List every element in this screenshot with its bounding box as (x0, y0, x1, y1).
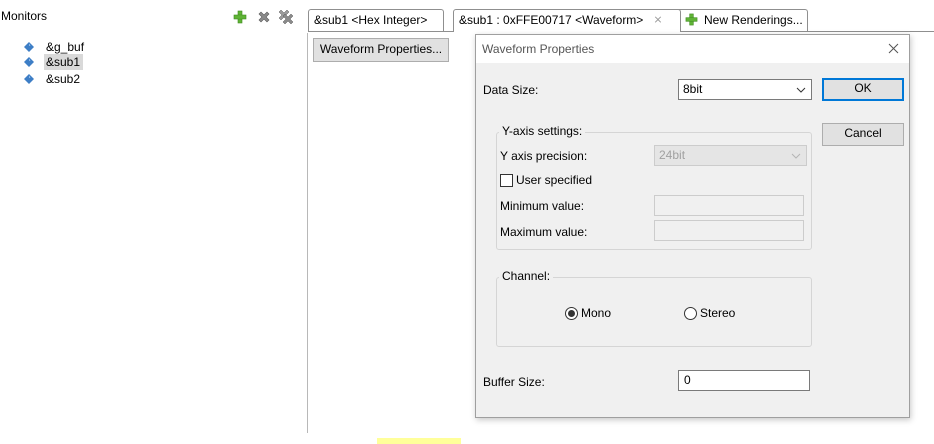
blue-diamond-icon (24, 57, 34, 67)
data-size-select[interactable]: 8bit (678, 79, 812, 100)
close-icon[interactable] (885, 40, 901, 56)
highlight-strip (377, 438, 461, 444)
minimum-value-input (654, 195, 804, 216)
yaxis-precision-select: 24bit (654, 145, 807, 166)
ok-button[interactable]: OK (822, 78, 904, 101)
monitors-header: Monitors (0, 0, 306, 32)
chevron-down-icon (796, 87, 806, 93)
yaxis-group: Y-axis settings: Y axis precision: 24bit… (496, 124, 812, 250)
cancel-button[interactable]: Cancel (822, 123, 904, 146)
waveform-properties-dialog: Waveform Properties Data Size: 8bit Y-ax… (475, 34, 910, 418)
radio-circle[interactable] (684, 306, 697, 320)
maximum-value-label: Maximum value: (500, 225, 588, 239)
tree-item-label: &sub1 (44, 54, 84, 70)
tab-hex-integer[interactable]: &sub1 <Hex Integer> (308, 9, 444, 31)
buffer-size-input[interactable]: 0 (678, 370, 810, 391)
tree-item-label: &sub2 (46, 72, 81, 86)
user-specified-checkbox[interactable]: User specified (500, 173, 592, 187)
stereo-radio[interactable]: Stereo (684, 306, 735, 320)
data-size-label: Data Size: (483, 83, 539, 97)
yaxis-legend: Y-axis settings: (499, 124, 586, 138)
tab-waveform[interactable]: &sub1 : 0xFFE00717 <Waveform> ⨯ (453, 9, 681, 32)
channel-legend: Channel: (499, 269, 554, 283)
remove-all-monitors-icon[interactable] (278, 9, 294, 25)
chevron-down-icon (791, 153, 801, 159)
tab-close-icon[interactable]: ⨯ (653, 11, 662, 29)
mono-radio[interactable]: Mono (565, 306, 611, 320)
blue-diamond-icon (24, 42, 34, 52)
yaxis-precision-value: 24bit (659, 148, 686, 162)
tab-label: &sub1 : 0xFFE00717 <Waveform> (459, 13, 644, 27)
tree-item-sub2[interactable]: &sub2 (24, 71, 164, 87)
add-monitor-icon[interactable] (232, 9, 248, 25)
channel-group: Channel: Mono Stereo (496, 269, 812, 347)
tab-label: &sub1 <Hex Integer> (314, 13, 428, 27)
tree-item-g-buf[interactable]: &g_buf (24, 39, 164, 55)
user-specified-label: User specified (516, 173, 593, 187)
tab-new-renderings[interactable]: New Renderings... (676, 9, 808, 31)
blue-diamond-icon (24, 74, 34, 84)
buffer-size-value: 0 (684, 373, 691, 387)
dialog-titlebar[interactable]: Waveform Properties (476, 35, 909, 63)
waveform-properties-button[interactable]: Waveform Properties... (313, 38, 449, 62)
checkbox-box[interactable] (500, 173, 513, 187)
minimum-value-label: Minimum value: (500, 199, 585, 213)
buffer-size-label: Buffer Size: (483, 375, 545, 389)
maximum-value-input (654, 220, 804, 241)
panel-divider[interactable] (307, 33, 308, 433)
tree-item-sub1[interactable]: &sub1 (24, 54, 164, 70)
stereo-label: Stereo (700, 306, 736, 320)
remove-monitor-icon[interactable] (256, 9, 272, 25)
tab-label: New Renderings... (704, 13, 803, 27)
app-root: Monitors &g_buf &sub1 &sub2 &sub1 <Hex I… (0, 0, 934, 444)
data-size-value: 8bit (683, 82, 703, 96)
green-plus-icon (685, 13, 698, 26)
dialog-title: Waveform Properties (482, 42, 595, 56)
monitors-title: Monitors (1, 9, 48, 23)
mono-label: Mono (581, 306, 612, 320)
radio-circle-checked[interactable] (565, 306, 578, 320)
tree-item-label: &g_buf (46, 40, 85, 54)
yaxis-precision-label: Y axis precision: (500, 149, 588, 163)
